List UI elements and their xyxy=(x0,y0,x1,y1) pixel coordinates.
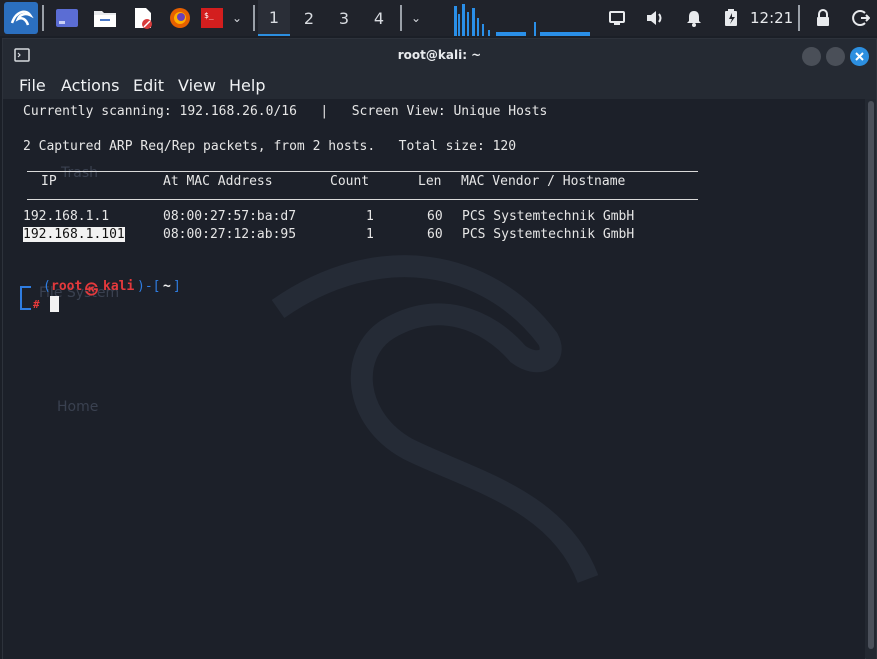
lock-icon[interactable] xyxy=(810,0,836,36)
svg-text:$_: $_ xyxy=(204,11,214,20)
col-header-ip: IP xyxy=(41,174,57,189)
close-button[interactable] xyxy=(850,47,869,66)
window-title: root@kali: ~ xyxy=(397,48,482,62)
show-desktop-icon[interactable] xyxy=(52,0,82,36)
panel-separator xyxy=(42,5,44,31)
chevron-down-icon[interactable]: ⌄ xyxy=(404,0,428,36)
prompt-symbol: # xyxy=(33,298,40,311)
panel-separator xyxy=(400,5,402,31)
logout-icon[interactable] xyxy=(848,0,874,36)
top-panel: $_ ⌄ 1 2 3 4 ⌄ 12:21 xyxy=(0,0,877,36)
prompt-close-paren: )-[ xyxy=(137,279,161,294)
file-manager-icon[interactable] xyxy=(90,0,120,36)
prompt-host: kali xyxy=(103,279,135,294)
scrollbar[interactable] xyxy=(866,99,876,659)
volume-icon[interactable] xyxy=(642,0,668,36)
chevron-down-icon[interactable]: ⌄ xyxy=(228,0,246,36)
row-len: 60 xyxy=(427,227,443,242)
terminal-window: root@kali: ~ File Actions Edit View Help… xyxy=(2,38,877,659)
terminal-output[interactable]: Trash File System Home Currently scannin… xyxy=(3,99,865,659)
row-ip-selected[interactable]: 192.168.1.101 xyxy=(23,227,125,242)
row-len: 60 xyxy=(427,209,443,224)
col-header-count: Count xyxy=(330,174,370,189)
desktop-icon-home: Home xyxy=(57,399,99,415)
row-count: 1 xyxy=(366,209,374,224)
prompt-open-paren: ( xyxy=(43,279,51,294)
table-bottom-rule xyxy=(27,199,698,200)
prompt-at: ㉿ xyxy=(85,283,99,298)
workspace-4[interactable]: 4 xyxy=(363,0,395,36)
terminal-task-icon[interactable]: $_ xyxy=(198,0,226,36)
capture-summary-line: 2 Captured ARP Req/Rep packets, from 2 h… xyxy=(23,139,517,154)
menu-view[interactable]: View xyxy=(178,76,216,95)
col-header-mac: At MAC Address xyxy=(163,174,273,189)
prompt-user: root xyxy=(51,279,83,294)
maximize-button[interactable] xyxy=(826,47,845,66)
text-cursor[interactable] xyxy=(50,296,59,312)
workspace-2[interactable]: 2 xyxy=(293,0,325,36)
panel-separator xyxy=(253,5,255,31)
row-mac: 08:00:27:57:ba:d7 xyxy=(163,209,297,224)
workspace-1[interactable]: 1 xyxy=(258,0,290,36)
prompt-dir: ~ xyxy=(163,279,171,294)
close-icon xyxy=(855,52,864,61)
title-bar[interactable]: root@kali: ~ xyxy=(3,39,876,73)
prompt-dir-close: ] xyxy=(173,279,181,294)
row-ip: 192.168.1.1 xyxy=(23,209,110,224)
menu-file[interactable]: File xyxy=(19,76,46,95)
table-top-rule xyxy=(27,171,698,172)
menu-edit[interactable]: Edit xyxy=(133,76,164,95)
text-editor-icon[interactable] xyxy=(128,0,158,36)
scrollbar-thumb[interactable] xyxy=(868,101,874,649)
col-header-len: Len xyxy=(418,174,442,189)
row-mac: 08:00:27:12:ab:95 xyxy=(163,227,297,242)
workspace-3[interactable]: 3 xyxy=(328,0,360,36)
menu-actions[interactable]: Actions xyxy=(61,76,119,95)
row-vendor: PCS Systemtechnik GmbH xyxy=(462,227,635,242)
desktop-icon-trash: Trash xyxy=(61,165,98,181)
menu-help[interactable]: Help xyxy=(229,76,265,95)
col-header-vendor: MAC Vendor / Hostname xyxy=(461,174,626,189)
menu-bar: File Actions Edit View Help xyxy=(3,73,876,99)
clock[interactable]: 12:21 xyxy=(750,0,793,36)
panel-separator xyxy=(798,5,800,31)
kali-menu-icon[interactable] xyxy=(4,2,38,34)
row-vendor: PCS Systemtechnik GmbH xyxy=(462,209,635,224)
battery-icon[interactable] xyxy=(718,0,744,36)
minimize-button[interactable] xyxy=(802,47,821,66)
row-count: 1 xyxy=(366,227,374,242)
display-icon[interactable] xyxy=(604,0,630,36)
firefox-icon[interactable] xyxy=(165,0,195,36)
kali-dragon-watermark xyxy=(271,255,599,584)
cpu-graph xyxy=(450,0,600,36)
scan-status-line: Currently scanning: 192.168.26.0/16 | Sc… xyxy=(23,104,548,119)
bell-icon[interactable] xyxy=(681,0,707,36)
